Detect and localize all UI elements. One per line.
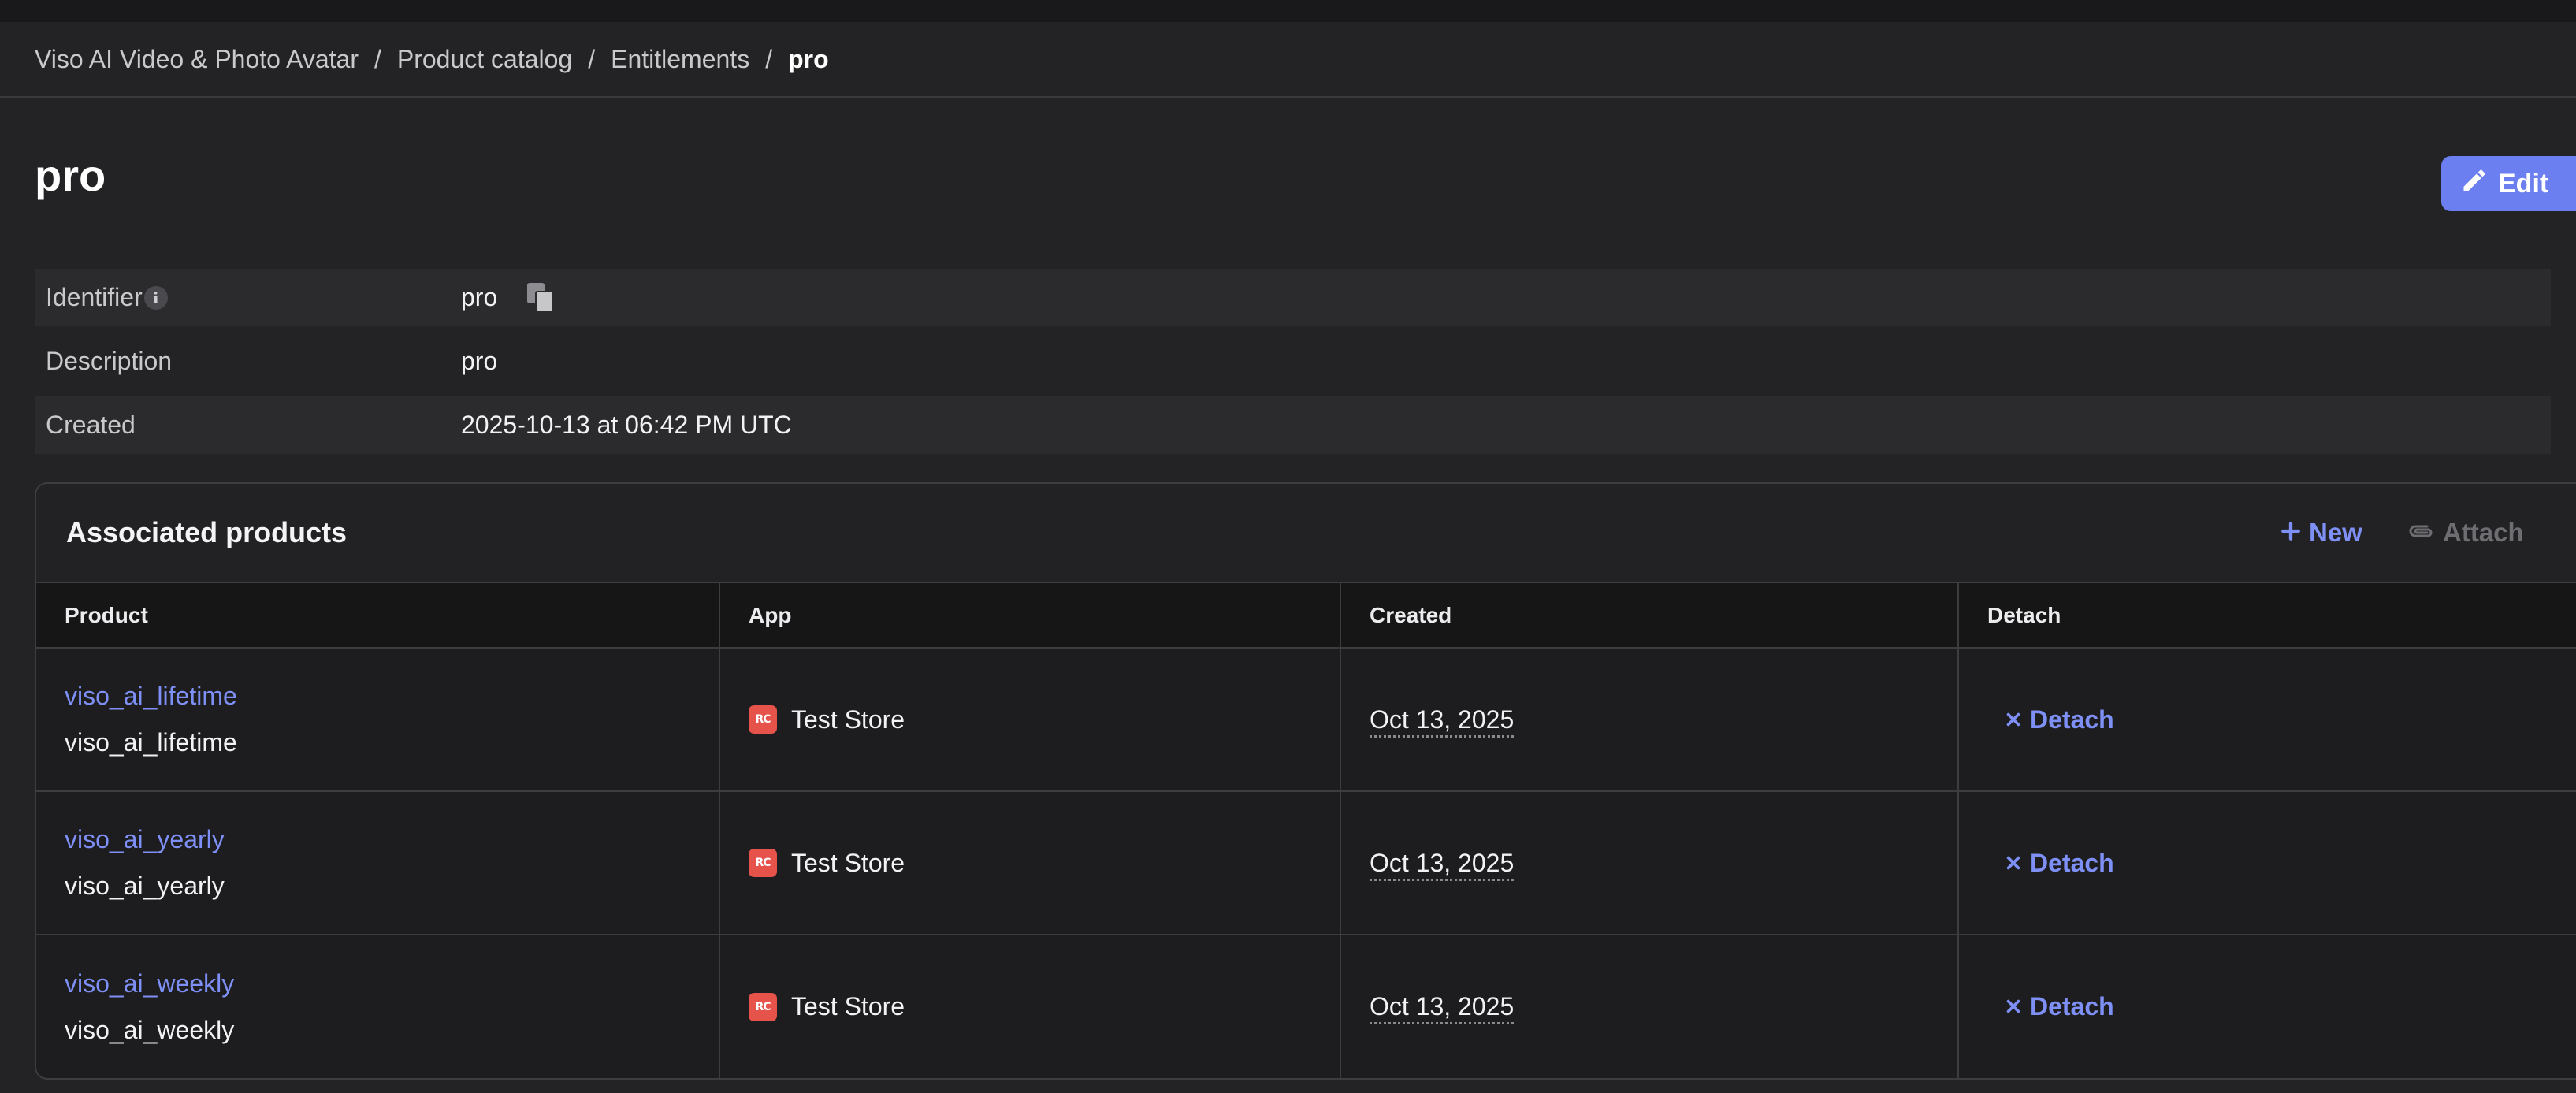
edit-label: Edit	[2498, 168, 2549, 199]
info-icon[interactable]: i	[143, 285, 168, 310]
paperclip-icon	[2408, 518, 2435, 548]
product-link[interactable]: viso_ai_lifetime	[65, 682, 718, 711]
column-header-product: Product	[36, 583, 719, 649]
created-date: Oct 13, 2025	[1370, 705, 1515, 738]
close-icon	[2005, 849, 2022, 878]
column-header-created: Created	[1340, 583, 1958, 649]
panel-title: Associated products	[66, 516, 348, 548]
product-cell: viso_ai_lifetime viso_ai_lifetime	[36, 648, 719, 792]
identifier-label-cell: Identifier i	[35, 283, 461, 312]
pencil-icon	[2460, 166, 2489, 202]
app-name: Test Store	[791, 992, 905, 1021]
table-row: viso_ai_lifetime viso_ai_lifetime RC Tes…	[36, 648, 2576, 792]
detach-cell: Detach	[1957, 648, 2576, 792]
created-date: Oct 13, 2025	[1370, 992, 1515, 1024]
table-header-row: Product App Created Detach	[36, 583, 2576, 649]
associated-products-table: Product App Created Detach viso_ai_lifet…	[36, 583, 2576, 1078]
breadcrumb-product-catalog[interactable]: Product catalog	[397, 45, 572, 74]
product-link[interactable]: viso_ai_weekly	[65, 969, 718, 998]
product-identifier: viso_ai_weekly	[65, 1015, 235, 1044]
created-cell: Oct 13, 2025	[1340, 791, 1958, 935]
attach-label: Attach	[2443, 518, 2524, 547]
description-value: pro	[461, 347, 498, 375]
created-value: 2025-10-13 at 06:42 PM UTC	[461, 411, 792, 439]
created-date: Oct 13, 2025	[1370, 848, 1515, 881]
app-name: Test Store	[791, 848, 905, 877]
attach-button[interactable]: Attach	[2408, 518, 2524, 548]
table-row: viso_ai_yearly viso_ai_yearly RC Test St…	[36, 791, 2576, 935]
detach-button[interactable]: Detach	[2005, 992, 2575, 1021]
detach-label: Detach	[2030, 848, 2114, 877]
identifier-value: pro	[461, 283, 498, 311]
breadcrumb-separator: /	[765, 44, 773, 73]
description-label: Description	[46, 347, 173, 375]
panel-header: Associated products New Attach	[36, 484, 2576, 583]
description-row: Description pro	[35, 333, 2551, 390]
product-cell: viso_ai_yearly viso_ai_yearly	[36, 791, 719, 935]
breadcrumb: Viso AI Video & Photo Avatar / Product c…	[0, 22, 2576, 98]
identifier-label: Identifier	[46, 283, 143, 311]
plus-icon	[2280, 518, 2301, 548]
copy-icon[interactable]	[527, 282, 556, 313]
close-icon	[2005, 705, 2022, 734]
identifier-row: Identifier i pro	[35, 269, 2551, 326]
breadcrumb-separator: /	[588, 44, 596, 73]
close-icon	[2005, 992, 2022, 1021]
page-title: pro	[35, 151, 106, 200]
product-link[interactable]: viso_ai_yearly	[65, 825, 718, 854]
table-row: viso_ai_weekly viso_ai_weekly RC Test St…	[36, 935, 2576, 1078]
identifier-value-cell: pro	[461, 282, 556, 313]
column-header-app: App	[719, 583, 1340, 649]
breadcrumb-app[interactable]: Viso AI Video & Photo Avatar	[35, 45, 359, 74]
top-strip	[0, 0, 2576, 22]
store-icon: RC	[749, 992, 777, 1021]
detach-button[interactable]: Detach	[2005, 849, 2575, 878]
app-cell: RC Test Store	[719, 648, 1340, 792]
breadcrumb-separator: /	[374, 44, 381, 73]
created-cell: Oct 13, 2025	[1340, 648, 1958, 792]
detach-label: Detach	[2030, 705, 2114, 734]
detach-button[interactable]: Detach	[2005, 705, 2575, 734]
edit-button[interactable]: Edit	[2441, 156, 2576, 211]
detach-cell: Detach	[1957, 791, 2576, 935]
app-cell: RC Test Store	[719, 935, 1340, 1078]
product-identifier: viso_ai_yearly	[65, 872, 225, 900]
app-name: Test Store	[791, 705, 905, 734]
created-row: Created 2025-10-13 at 06:42 PM UTC	[35, 396, 2551, 454]
column-header-detach: Detach	[1957, 583, 2576, 649]
store-icon: RC	[749, 705, 777, 734]
product-cell: viso_ai_weekly viso_ai_weekly	[36, 935, 719, 1078]
created-cell: Oct 13, 2025	[1340, 935, 1958, 1078]
new-product-button[interactable]: New	[2280, 518, 2362, 548]
product-identifier: viso_ai_lifetime	[65, 728, 237, 757]
new-label: New	[2309, 518, 2362, 547]
breadcrumb-entitlements[interactable]: Entitlements	[611, 45, 749, 74]
app-cell: RC Test Store	[719, 791, 1340, 935]
breadcrumb-current: pro	[788, 44, 829, 73]
created-label: Created	[46, 411, 136, 439]
associated-products-panel: Associated products New Attach Product A…	[35, 482, 2576, 1080]
detach-cell: Detach	[1957, 935, 2576, 1078]
detach-label: Detach	[2030, 992, 2114, 1021]
store-icon: RC	[749, 849, 777, 877]
entitlement-details: Identifier i pro Description pro Created…	[35, 269, 2551, 454]
